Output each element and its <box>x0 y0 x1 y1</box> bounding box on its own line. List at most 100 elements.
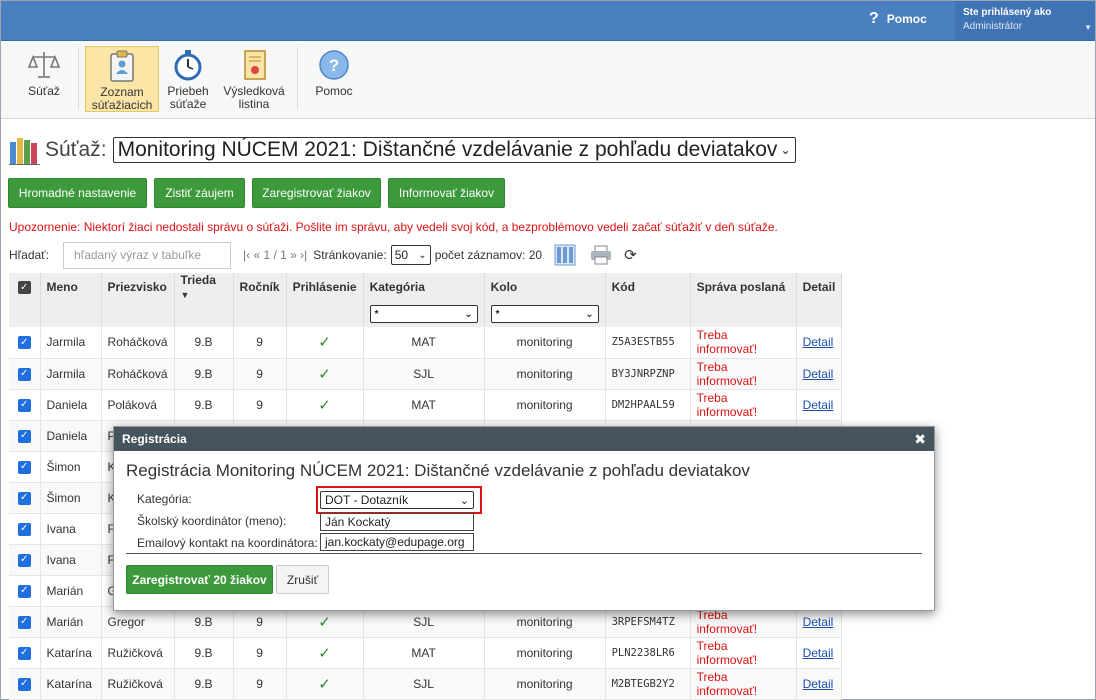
columns-icon[interactable] <box>554 244 576 266</box>
row-checkbox[interactable]: ✓ <box>17 522 31 536</box>
cell-category: MAT <box>363 327 485 359</box>
col-last-name[interactable]: Priezvisko <box>101 273 175 301</box>
search-input[interactable]: hľadaný výraz v tabuľke <box>63 241 232 269</box>
filter-value: * <box>495 308 500 320</box>
row-select-cell: ✓ <box>9 513 41 545</box>
row-checkbox[interactable]: ✓ <box>17 460 31 474</box>
cell-first-name: Ivana <box>40 544 102 576</box>
cell-detail: Detail <box>796 668 843 700</box>
detail-link[interactable]: Detail <box>803 615 834 629</box>
toolbar-help[interactable]: ? Pomoc <box>309 46 359 112</box>
user-name: Administrátor <box>963 21 1022 32</box>
stopwatch-icon <box>171 48 205 82</box>
col-class[interactable]: Trieda ▼ <box>174 273 234 301</box>
cell-first-name: Katarína <box>40 668 102 700</box>
message-status[interactable]: Treba informovať! <box>697 328 758 356</box>
row-checkbox[interactable]: ✓ <box>17 367 31 381</box>
category-filter-select[interactable]: * ⌄ <box>369 305 478 323</box>
detail-link[interactable]: Detail <box>803 398 834 412</box>
col-first-name[interactable]: Meno <box>40 273 102 301</box>
register-students-button[interactable]: Zaregistrovať žiakov <box>252 178 381 208</box>
col-year[interactable]: Ročník <box>233 273 287 301</box>
cell-class: 9.B <box>174 637 234 669</box>
col-code[interactable]: Kód <box>605 273 691 301</box>
cell-last-name: Ružičková <box>101 668 175 700</box>
cell-class: 9.B <box>174 358 234 390</box>
checkmark-icon: ✓ <box>318 613 331 631</box>
warning-message: Upozornenie: Niektorí žiaci nedostali sp… <box>9 220 778 234</box>
toolbar-contestants-list[interactable]: Zoznam súťažiacich <box>85 46 159 112</box>
cell-detail: Detail <box>796 358 843 390</box>
row-checkbox[interactable]: ✓ <box>17 677 31 691</box>
checkmark-icon: ✓ <box>318 396 331 414</box>
toolbar-contest[interactable]: Súťaž <box>15 46 73 112</box>
help-icon: ? <box>317 48 351 82</box>
find-interest-button[interactable]: Zistiť záujem <box>154 178 245 208</box>
message-status[interactable]: Treba informovať! <box>697 391 758 419</box>
col-login[interactable]: Prihlásenie <box>286 273 364 301</box>
refresh-icon[interactable]: ⟳ <box>624 246 637 264</box>
table-row: ✓ Katarína Ružičková 9.B 9 ✓ MAT monitoring PLN2… <box>9 637 843 669</box>
row-checkbox[interactable]: ✓ <box>17 646 31 660</box>
col-category[interactable]: Kategória <box>363 273 485 301</box>
col-detail[interactable]: Detail <box>796 273 843 301</box>
contest-title-row: Súťaž: Monitoring NÚCEM 2021: Dištančné … <box>9 134 796 166</box>
cell-first-name: Daniela <box>40 420 102 452</box>
register-submit-button[interactable]: Zaregistrovať 20 žiakov <box>126 565 273 594</box>
cell-round: monitoring <box>484 358 606 390</box>
contest-select[interactable]: Monitoring NÚCEM 2021: Dištančné vzdeláv… <box>112 137 796 163</box>
toolbar: Súťaž Zoznam súťažiacich Priebeh súťaže … <box>1 41 1095 119</box>
message-status[interactable]: Treba informovať! <box>697 360 758 388</box>
coordinator-input[interactable]: Ján Kockatý <box>320 513 474 531</box>
email-input[interactable]: jan.kockaty@edupage.org <box>320 533 474 551</box>
cell-message-sent: Treba informovať! <box>690 389 797 421</box>
message-status[interactable]: Treba informovať! <box>697 670 758 698</box>
category-select[interactable]: DOT - Dotazník ⌄ <box>320 491 474 509</box>
table-row: ✓ Katarína Ružičková 9.B 9 ✓ SJL monitoring M2BT… <box>9 668 843 700</box>
clipboard-icon <box>105 49 139 83</box>
paging-label: Stránkovanie: <box>313 248 387 262</box>
close-icon[interactable]: ✖ <box>914 431 926 448</box>
row-checkbox[interactable]: ✓ <box>17 398 31 412</box>
detail-link[interactable]: Detail <box>803 335 834 349</box>
caret-down-icon: ▼ <box>1084 23 1092 32</box>
cell-login: ✓ <box>286 637 364 669</box>
table-row: ✓ Daniela Poláková 9.B 9 ✓ MAT monitoring DM2HPA… <box>9 389 843 421</box>
message-status[interactable]: Treba informovať! <box>697 639 758 667</box>
cell-message-sent: Treba informovať! <box>690 668 797 700</box>
contest-label: Súťaž: <box>45 138 107 161</box>
row-checkbox[interactable]: ✓ <box>17 429 31 443</box>
detail-link[interactable]: Detail <box>803 677 834 691</box>
pager[interactable]: |‹ « 1 / 1 » ›| <box>243 248 307 262</box>
chevron-down-icon: ⌄ <box>464 308 473 320</box>
help-link[interactable]: ? Pomoc <box>869 10 927 28</box>
bulk-settings-button[interactable]: Hromadné nastavenie <box>8 178 147 208</box>
row-checkbox[interactable]: ✓ <box>17 336 31 350</box>
detail-link[interactable]: Detail <box>803 646 834 660</box>
cancel-button[interactable]: Zrušiť <box>276 565 329 594</box>
table-row: ✓ Jarmila Roháčková 9.B 9 ✓ MAT monitoring Z5A3E… <box>9 327 843 359</box>
row-checkbox[interactable]: ✓ <box>17 615 31 629</box>
cell-login: ✓ <box>286 389 364 421</box>
user-menu[interactable]: Ste prihlásený ako Administrátor ▼ <box>955 1 1095 40</box>
select-all-checkbox[interactable]: ✓ <box>17 281 31 295</box>
per-page-select[interactable]: 50 ⌄ <box>390 245 431 265</box>
message-status[interactable]: Treba informovať! <box>697 608 758 636</box>
category-filter-cell: * ⌄ <box>363 301 485 327</box>
separator <box>78 47 79 109</box>
col-message-sent[interactable]: Správa poslaná <box>690 273 797 301</box>
cell-round: monitoring <box>484 327 606 359</box>
print-icon[interactable] <box>590 245 612 265</box>
row-checkbox[interactable]: ✓ <box>17 584 31 598</box>
category-label: Kategória: <box>137 492 192 506</box>
round-filter-select[interactable]: * ⌄ <box>490 305 599 323</box>
row-checkbox[interactable]: ✓ <box>17 553 31 567</box>
row-checkbox[interactable]: ✓ <box>17 491 31 505</box>
toolbar-results[interactable]: Výsledková listina <box>221 46 287 112</box>
inform-students-button[interactable]: Informovať žiakov <box>388 178 505 208</box>
toolbar-label: listina <box>238 97 270 111</box>
detail-link[interactable]: Detail <box>803 367 834 381</box>
toolbar-progress[interactable]: Priebeh súťaže <box>163 46 213 112</box>
col-round[interactable]: Kolo <box>484 273 606 301</box>
chevron-down-icon: ⌄ <box>418 249 427 261</box>
